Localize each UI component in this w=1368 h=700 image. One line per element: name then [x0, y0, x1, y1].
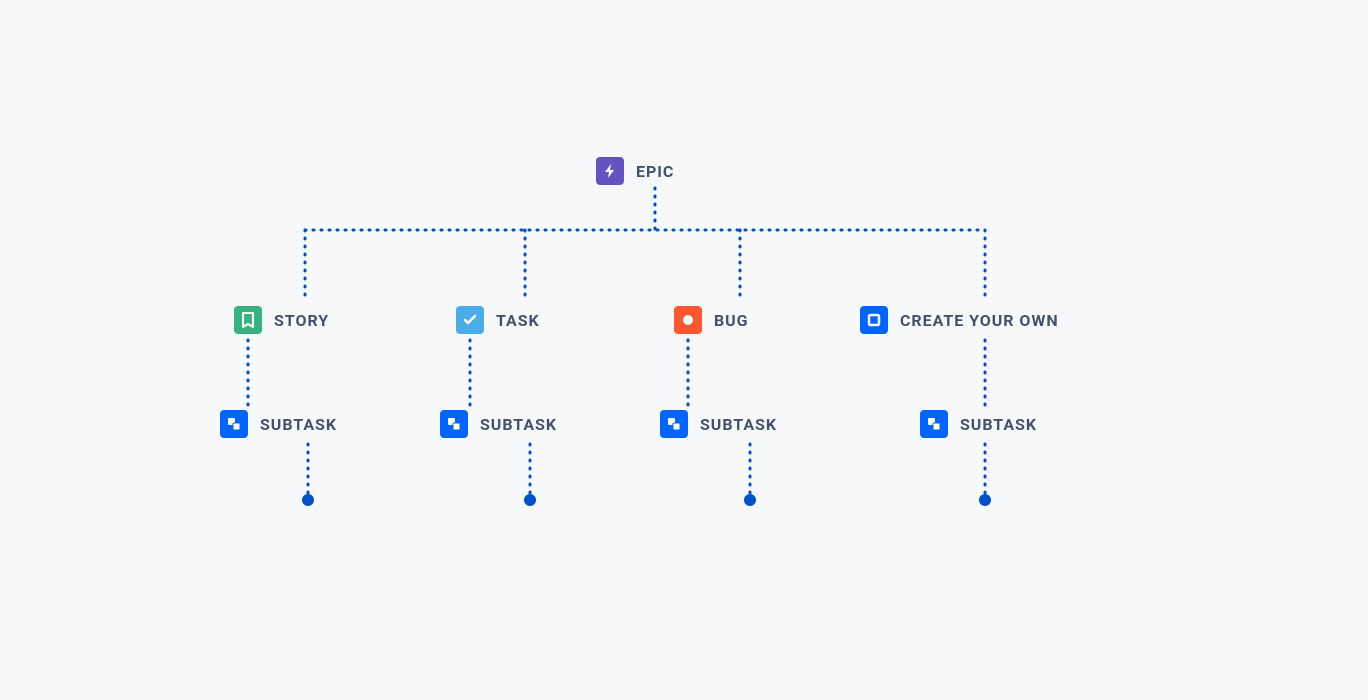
epic-label: EPIC: [636, 162, 674, 181]
story-label: STORY: [274, 311, 329, 330]
bug-label: BUG: [714, 311, 749, 330]
subtask-icon: [660, 410, 688, 438]
task-icon: [456, 306, 484, 334]
node-subtask-2: SUBTASK: [440, 410, 557, 438]
create-icon: [860, 306, 888, 334]
create-label: CREATE YOUR OWN: [900, 311, 1059, 330]
subtask-2-label: SUBTASK: [480, 415, 557, 434]
node-create-your-own: CREATE YOUR OWN: [860, 306, 1059, 334]
node-bug: BUG: [674, 306, 749, 334]
node-subtask-1: SUBTASK: [220, 410, 337, 438]
connectors: [0, 0, 1368, 700]
task-label: TASK: [496, 311, 540, 330]
node-subtask-3: SUBTASK: [660, 410, 777, 438]
epic-icon: [596, 157, 624, 185]
node-story: STORY: [234, 306, 329, 334]
subtask-3-label: SUBTASK: [700, 415, 777, 434]
node-epic: EPIC: [596, 157, 674, 185]
story-icon: [234, 306, 262, 334]
subtask-icon: [440, 410, 468, 438]
node-subtask-4: SUBTASK: [920, 410, 1037, 438]
bug-icon: [674, 306, 702, 334]
subtask-icon: [920, 410, 948, 438]
diagram-canvas: EPIC STORY TASK BUG CREATE YOUR OWN SUBT…: [0, 0, 1368, 700]
subtask-icon: [220, 410, 248, 438]
node-task: TASK: [456, 306, 540, 334]
subtask-4-label: SUBTASK: [960, 415, 1037, 434]
subtask-1-label: SUBTASK: [260, 415, 337, 434]
